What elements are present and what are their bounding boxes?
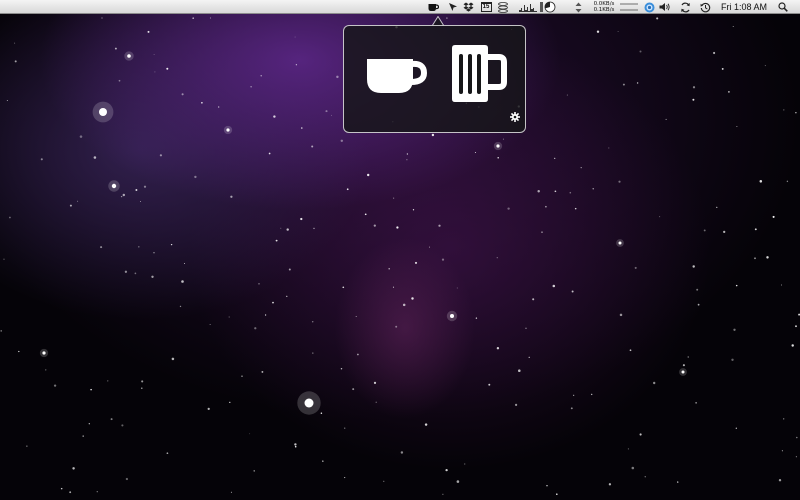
- disk-stack-icon[interactable]: [497, 0, 509, 14]
- gear-icon: [510, 112, 520, 122]
- cpu-graph-icon[interactable]: [518, 0, 538, 14]
- network-rates[interactable]: 0.0KB/s 0.1KB/s: [590, 0, 618, 14]
- upload-rate: 0.1KB/s: [593, 7, 615, 13]
- beer-button[interactable]: [448, 45, 508, 108]
- coffee-cup-icon: [367, 59, 428, 93]
- time-machine-icon[interactable]: [698, 0, 712, 14]
- sliders-icon[interactable]: [619, 0, 639, 14]
- menu-bar-clock[interactable]: Fri 1:08 AM: [716, 0, 772, 14]
- coffee-cup-icon[interactable]: [426, 0, 440, 14]
- coffee-button[interactable]: [365, 57, 428, 100]
- beer-mug-icon: [452, 45, 507, 102]
- calendar-icon[interactable]: 15: [479, 0, 493, 14]
- drink-picker-popover: [343, 25, 526, 133]
- calendar-day: 15: [480, 2, 492, 12]
- sync-icon[interactable]: [678, 0, 692, 14]
- settings-button[interactable]: [510, 109, 520, 127]
- cursor-icon[interactable]: [446, 0, 460, 14]
- dropbox-icon[interactable]: [461, 0, 475, 14]
- up-down-arrows-icon[interactable]: [573, 0, 583, 14]
- spotlight-search-icon[interactable]: [776, 0, 790, 14]
- status-globe-icon[interactable]: [642, 0, 656, 14]
- volume-icon[interactable]: [658, 0, 672, 14]
- clock-text: Fri 1:08 AM: [720, 2, 767, 12]
- menu-bar: 15 0.0KB/s 0.1KB/s Fri 1:08 AM: [0, 0, 800, 14]
- memory-pie-icon[interactable]: [539, 0, 557, 14]
